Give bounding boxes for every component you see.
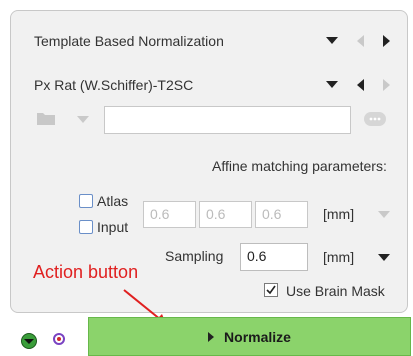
template-select-value: Template Based Normalization <box>34 33 224 49</box>
prev-arrow-icon[interactable] <box>357 35 364 47</box>
folder-icon[interactable] <box>36 110 56 126</box>
affine-x-field[interactable]: 0.6 <box>143 201 196 228</box>
affine-dropdown-icon[interactable] <box>378 211 390 218</box>
brain-mask-label: Use Brain Mask <box>286 283 385 299</box>
next-arrow-icon[interactable] <box>383 35 390 47</box>
input-checkbox[interactable] <box>79 220 93 234</box>
prev-species-icon[interactable] <box>357 79 364 91</box>
input-label: Input <box>97 219 129 235</box>
status-circle-icon[interactable] <box>21 333 37 349</box>
options-icon[interactable] <box>364 112 386 126</box>
next-species-icon[interactable] <box>383 79 390 91</box>
affine-z-field[interactable]: 0.6 <box>255 201 308 228</box>
species-select[interactable]: Px Rat (W.Schiffer)-T2SC <box>34 74 394 96</box>
sampling-dropdown-icon[interactable] <box>378 254 390 261</box>
brain-mask-checkbox[interactable] <box>264 283 278 297</box>
normalize-label: Normalize <box>224 328 291 345</box>
sampling-label: Sampling <box>165 248 224 264</box>
species-select-value: Px Rat (W.Schiffer)-T2SC <box>34 77 194 93</box>
atlas-label: Atlas <box>97 193 129 209</box>
folder-dropdown-icon[interactable] <box>77 116 89 123</box>
template-dropdown-icon[interactable] <box>326 37 338 44</box>
affine-unit: [mm] <box>323 206 355 222</box>
atlas-checkbox[interactable] <box>79 194 93 208</box>
affine-y-field[interactable]: 0.6 <box>199 201 252 228</box>
path-field[interactable] <box>104 106 351 134</box>
sampling-unit: [mm] <box>323 249 355 265</box>
action-button-annotation: Action button <box>33 262 139 282</box>
template-select[interactable]: Template Based Normalization <box>34 30 394 52</box>
radio-icon[interactable] <box>53 333 65 345</box>
play-icon <box>208 331 215 342</box>
normalize-button[interactable]: Normalize <box>88 317 411 356</box>
sampling-field[interactable]: 0.6 <box>240 243 308 271</box>
affine-title: Affine matching parameters: <box>212 158 387 174</box>
species-dropdown-icon[interactable] <box>326 81 338 88</box>
